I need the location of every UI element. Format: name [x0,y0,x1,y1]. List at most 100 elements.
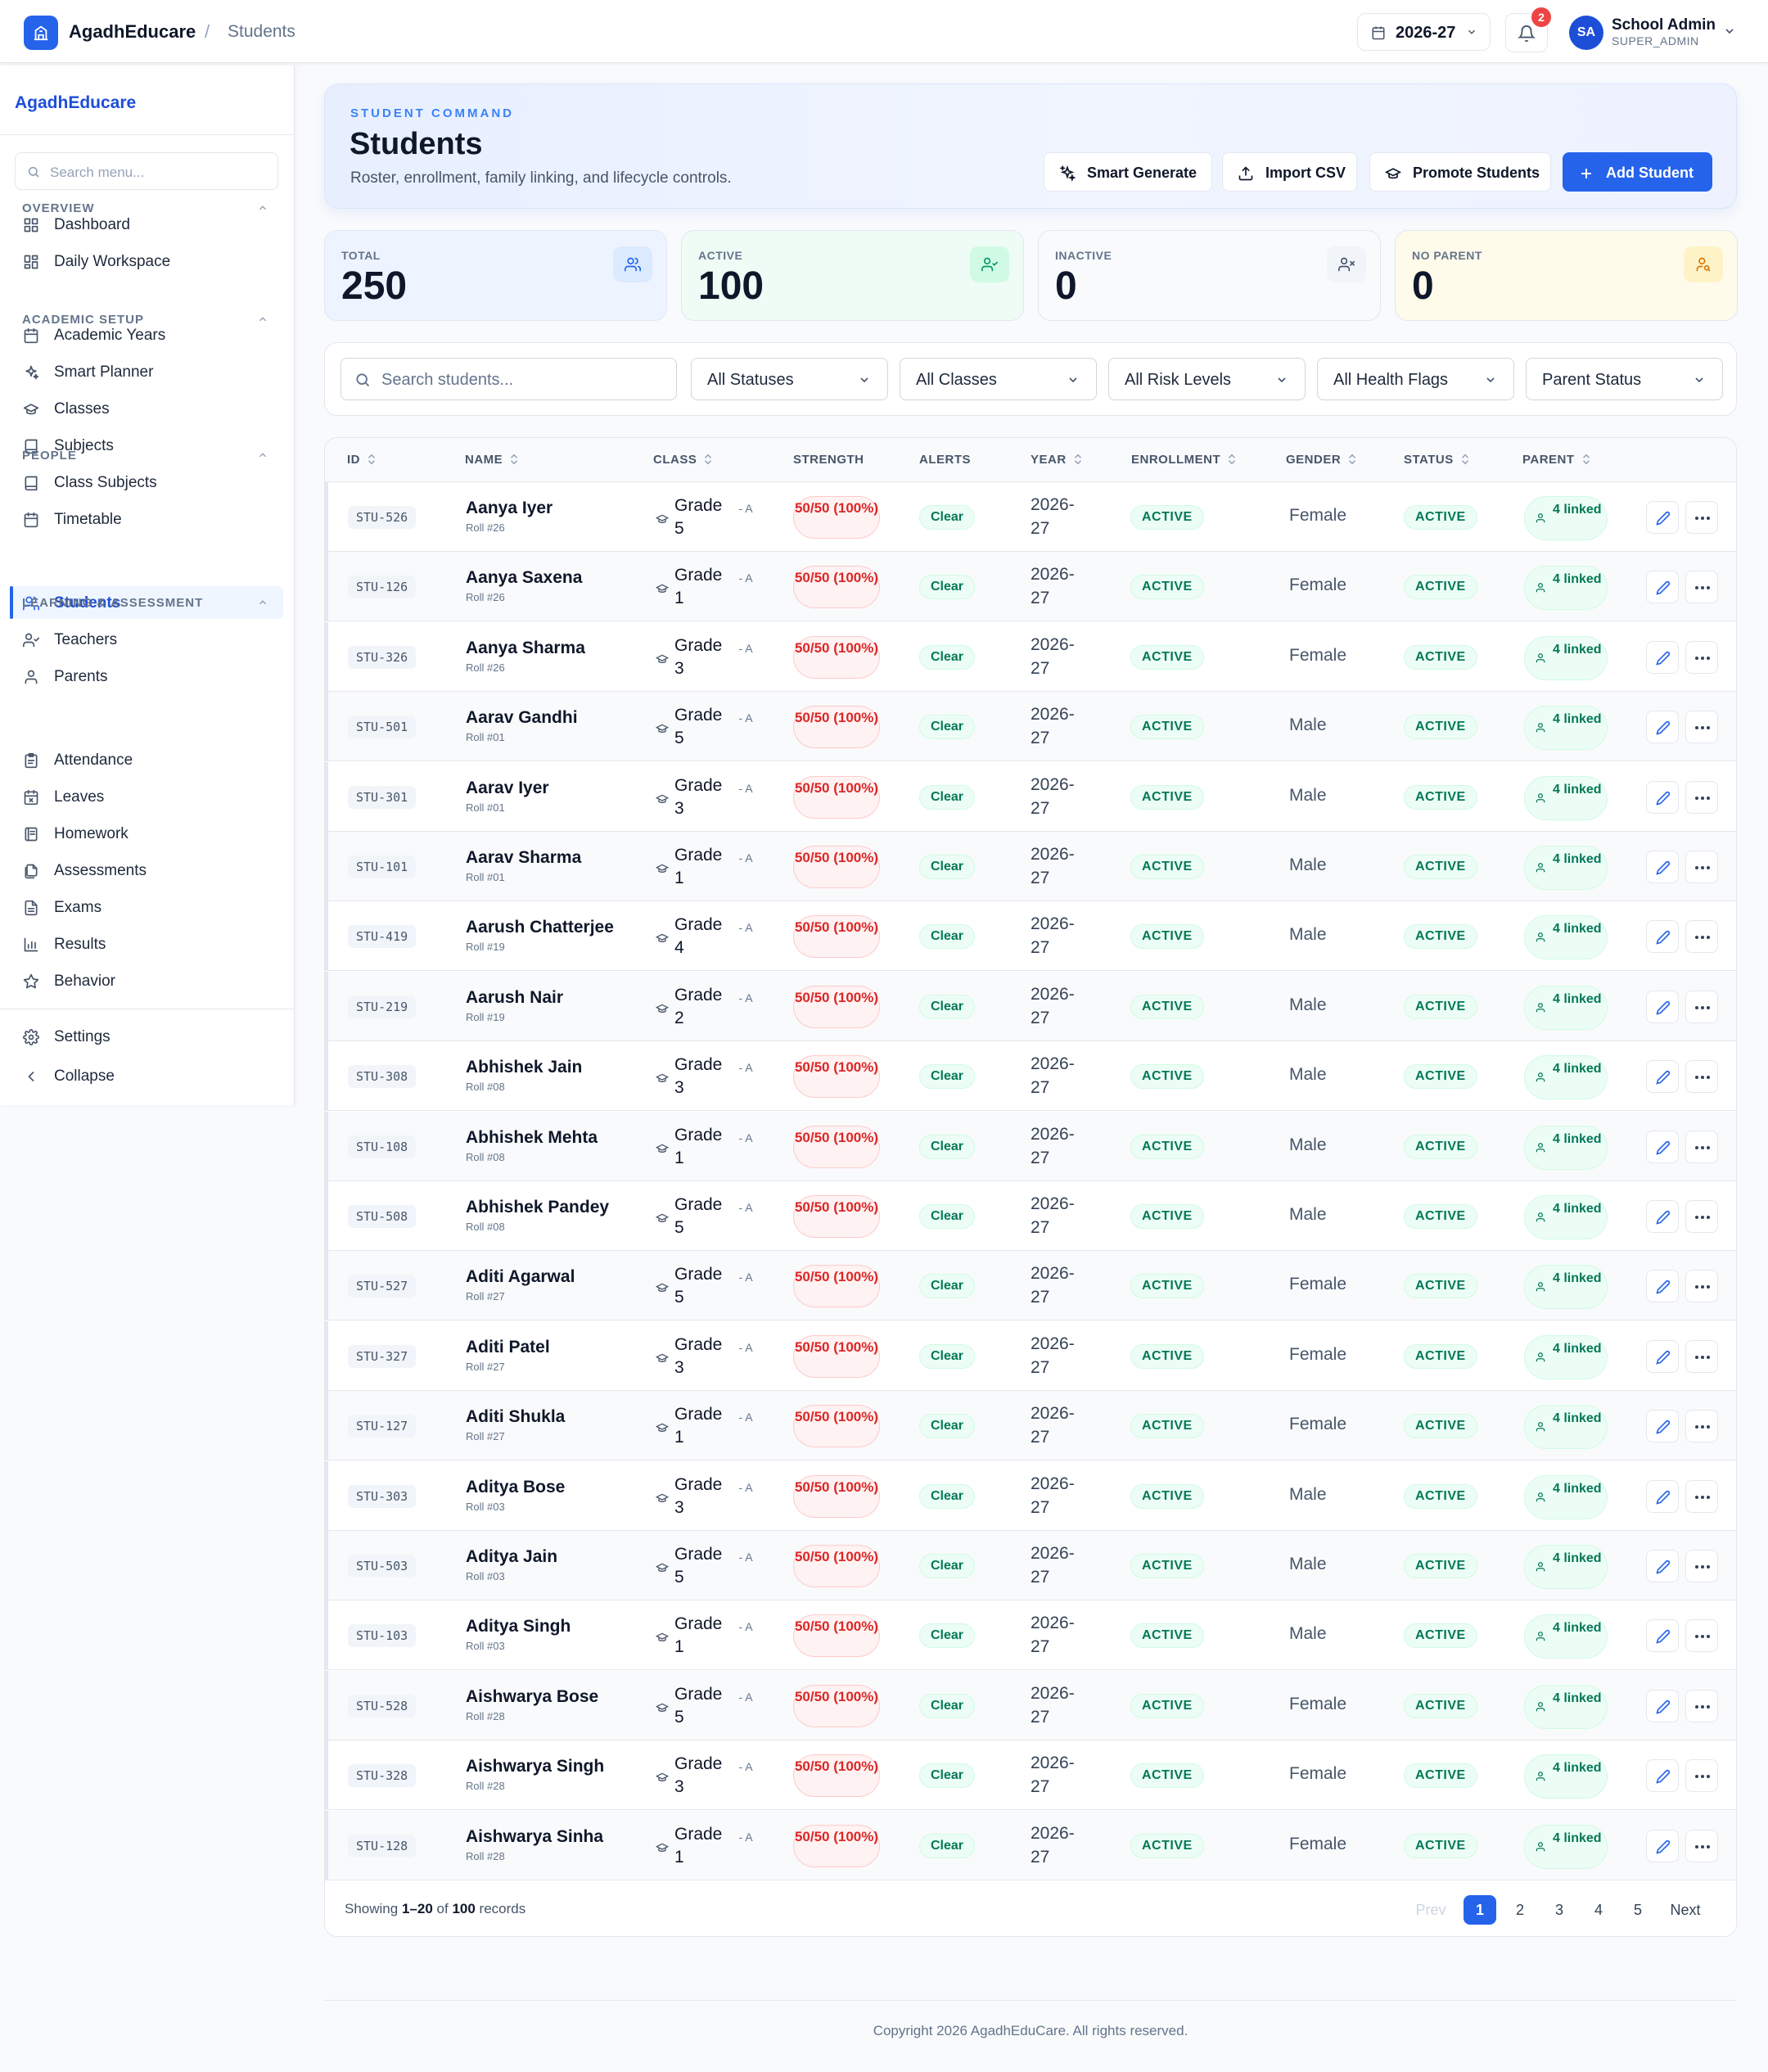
table-row[interactable]: STU-419 Aarush Chatterjee Roll #19 Grade 4 -… [325,901,1736,972]
parent-link-badge[interactable]: 4 linked [1524,566,1608,611]
edit-button[interactable] [1646,1829,1679,1862]
parent-link-badge[interactable]: 4 linked [1524,1614,1608,1659]
parent-link-badge[interactable]: 4 linked [1524,846,1608,890]
pagination-page[interactable]: 3 [1543,1895,1576,1925]
table-row[interactable]: STU-103 Aditya Singh Roll #03 Grade 1 - A 50/… [325,1600,1736,1671]
student-name[interactable]: Aanya Saxena [466,568,582,588]
filter-select-all-classes[interactable]: All Classes [900,358,1097,400]
student-name[interactable]: Aditya Singh [466,1617,571,1636]
more-actions-button[interactable] [1685,711,1718,744]
sidebar-item-parents[interactable]: Parents [10,660,283,693]
parent-link-badge[interactable]: 4 linked [1524,1824,1608,1869]
student-name[interactable]: Aditi Shukla [466,1407,565,1427]
edit-button[interactable] [1646,571,1679,604]
column-header-gender[interactable]: GENDER [1286,453,1357,467]
more-actions-button[interactable] [1685,1270,1718,1303]
more-actions-button[interactable] [1685,920,1718,954]
user-name[interactable]: School Admin [1612,16,1716,34]
promote-students-button[interactable]: Promote Students [1369,152,1551,192]
more-actions-button[interactable] [1685,1619,1718,1653]
parent-link-badge[interactable]: 4 linked [1524,1405,1608,1450]
chevron-down-icon[interactable] [1723,25,1736,38]
parent-link-badge[interactable]: 4 linked [1524,1545,1608,1589]
import-csv-button[interactable]: Import CSV [1222,152,1357,192]
parent-link-badge[interactable]: 4 linked [1524,706,1608,751]
edit-button[interactable] [1646,851,1679,883]
table-row[interactable]: STU-503 Aditya Jain Roll #03 Grade 5 - A 50/5… [325,1531,1736,1600]
student-search-input[interactable]: Search students... [341,358,677,400]
table-row[interactable]: STU-108 Abhishek Mehta Roll #08 Grade 1 - A 5… [325,1111,1736,1181]
parent-link-badge[interactable]: 4 linked [1524,496,1608,540]
student-name[interactable]: Aditi Agarwal [466,1267,575,1287]
edit-button[interactable] [1646,1689,1679,1722]
more-actions-button[interactable] [1685,851,1718,883]
filter-select-all-statuses[interactable]: All Statuses [691,358,888,400]
edit-button[interactable] [1646,920,1679,954]
filter-select-parent-status[interactable]: Parent Status [1526,358,1723,400]
edit-button[interactable] [1646,640,1679,674]
sidebar-collapse-button[interactable]: Collapse [10,1059,283,1092]
chevron-up-icon[interactable] [257,449,268,461]
parent-link-badge[interactable]: 4 linked [1524,1474,1608,1519]
edit-button[interactable] [1646,1130,1679,1163]
student-name[interactable]: Abhishek Pandey [466,1198,609,1217]
sidebar-item-leaves[interactable]: Leaves [10,780,283,813]
sidebar-item-timetable[interactable]: Timetable [10,503,283,535]
app-brand[interactable]: AgadhEducare [69,21,196,43]
filter-select-all-health-flags[interactable]: All Health Flags [1317,358,1514,400]
pagination-page[interactable]: 2 [1504,1895,1536,1925]
student-name[interactable]: Aarav Gandhi [466,708,578,728]
sidebar-item-attendance[interactable]: Attendance [10,743,283,776]
student-name[interactable]: Aarush Nair [466,988,563,1008]
pagination-prev[interactable]: Prev [1410,1895,1451,1925]
column-header-parent[interactable]: PARENT [1522,453,1591,467]
edit-button[interactable] [1646,1619,1679,1653]
parent-link-badge[interactable]: 4 linked [1524,775,1608,820]
parent-link-badge[interactable]: 4 linked [1524,1265,1608,1310]
student-name[interactable]: Aarush Chatterjee [466,918,614,937]
more-actions-button[interactable] [1685,1060,1718,1094]
column-header-enrollment[interactable]: ENROLLMENT [1131,453,1237,467]
table-row[interactable]: STU-126 Aanya Saxena Roll #26 Grade 1 - A 50/… [325,552,1736,622]
more-actions-button[interactable] [1685,640,1718,674]
school-logo-icon[interactable] [24,16,58,50]
filter-select-all-risk-levels[interactable]: All Risk Levels [1108,358,1306,400]
table-row[interactable]: STU-501 Aarav Gandhi Roll #01 Grade 5 - A 50/… [325,692,1736,762]
table-row[interactable]: STU-128 Aishwarya Sinha Roll #28 Grade 1 - A… [325,1810,1736,1880]
smart-generate-button[interactable]: Smart Generate [1044,152,1212,192]
sidebar-item-teachers[interactable]: Teachers [10,623,283,656]
table-row[interactable]: STU-326 Aanya Sharma Roll #26 Grade 3 - A 50/… [325,621,1736,692]
more-actions-button[interactable] [1685,1410,1718,1443]
more-actions-button[interactable] [1685,1689,1718,1722]
more-actions-button[interactable] [1685,1200,1718,1233]
column-header-class[interactable]: CLASS [653,453,713,467]
sidebar-item-academic-years[interactable]: Academic Years [10,318,283,351]
table-row[interactable]: STU-527 Aditi Agarwal Roll #27 Grade 5 - A 50… [325,1251,1736,1321]
academic-year-selector[interactable]: 2026-27 [1357,13,1491,51]
student-name[interactable]: Abhishek Mehta [466,1128,598,1148]
parent-link-badge[interactable]: 4 linked [1524,1055,1608,1100]
edit-button[interactable] [1646,1270,1679,1303]
student-name[interactable]: Aditya Bose [466,1478,565,1497]
table-row[interactable]: STU-328 Aishwarya Singh Roll #28 Grade 3 - A… [325,1740,1736,1811]
edit-button[interactable] [1646,1339,1679,1373]
edit-button[interactable] [1646,1410,1679,1443]
edit-button[interactable] [1646,1060,1679,1094]
more-actions-button[interactable] [1685,501,1718,534]
parent-link-badge[interactable]: 4 linked [1524,1754,1608,1799]
student-name[interactable]: Aditi Patel [466,1338,550,1357]
table-row[interactable]: STU-303 Aditya Bose Roll #03 Grade 3 - A 50/5… [325,1460,1736,1531]
table-row[interactable]: STU-327 Aditi Patel Roll #27 Grade 3 - A 50/5… [325,1320,1736,1391]
table-row[interactable]: STU-127 Aditi Shukla Roll #27 Grade 1 - A 50/… [325,1391,1736,1461]
student-name[interactable]: Aanya Sharma [466,639,585,658]
sidebar-brand[interactable]: AgadhEducare [15,93,136,113]
student-name[interactable]: Aishwarya Bose [466,1687,598,1707]
sidebar-item-homework[interactable]: Homework [10,817,283,850]
more-actions-button[interactable] [1685,1829,1718,1862]
student-name[interactable]: Abhishek Jain [466,1058,582,1077]
table-row[interactable]: STU-101 Aarav Sharma Roll #01 Grade 1 - A 50/… [325,832,1736,901]
sidebar-item-exams[interactable]: Exams [10,891,283,923]
column-header-name[interactable]: NAME [465,453,519,467]
table-row[interactable]: STU-308 Abhishek Jain Roll #08 Grade 3 - A 50… [325,1041,1736,1112]
pagination-next[interactable]: Next [1664,1895,1707,1925]
